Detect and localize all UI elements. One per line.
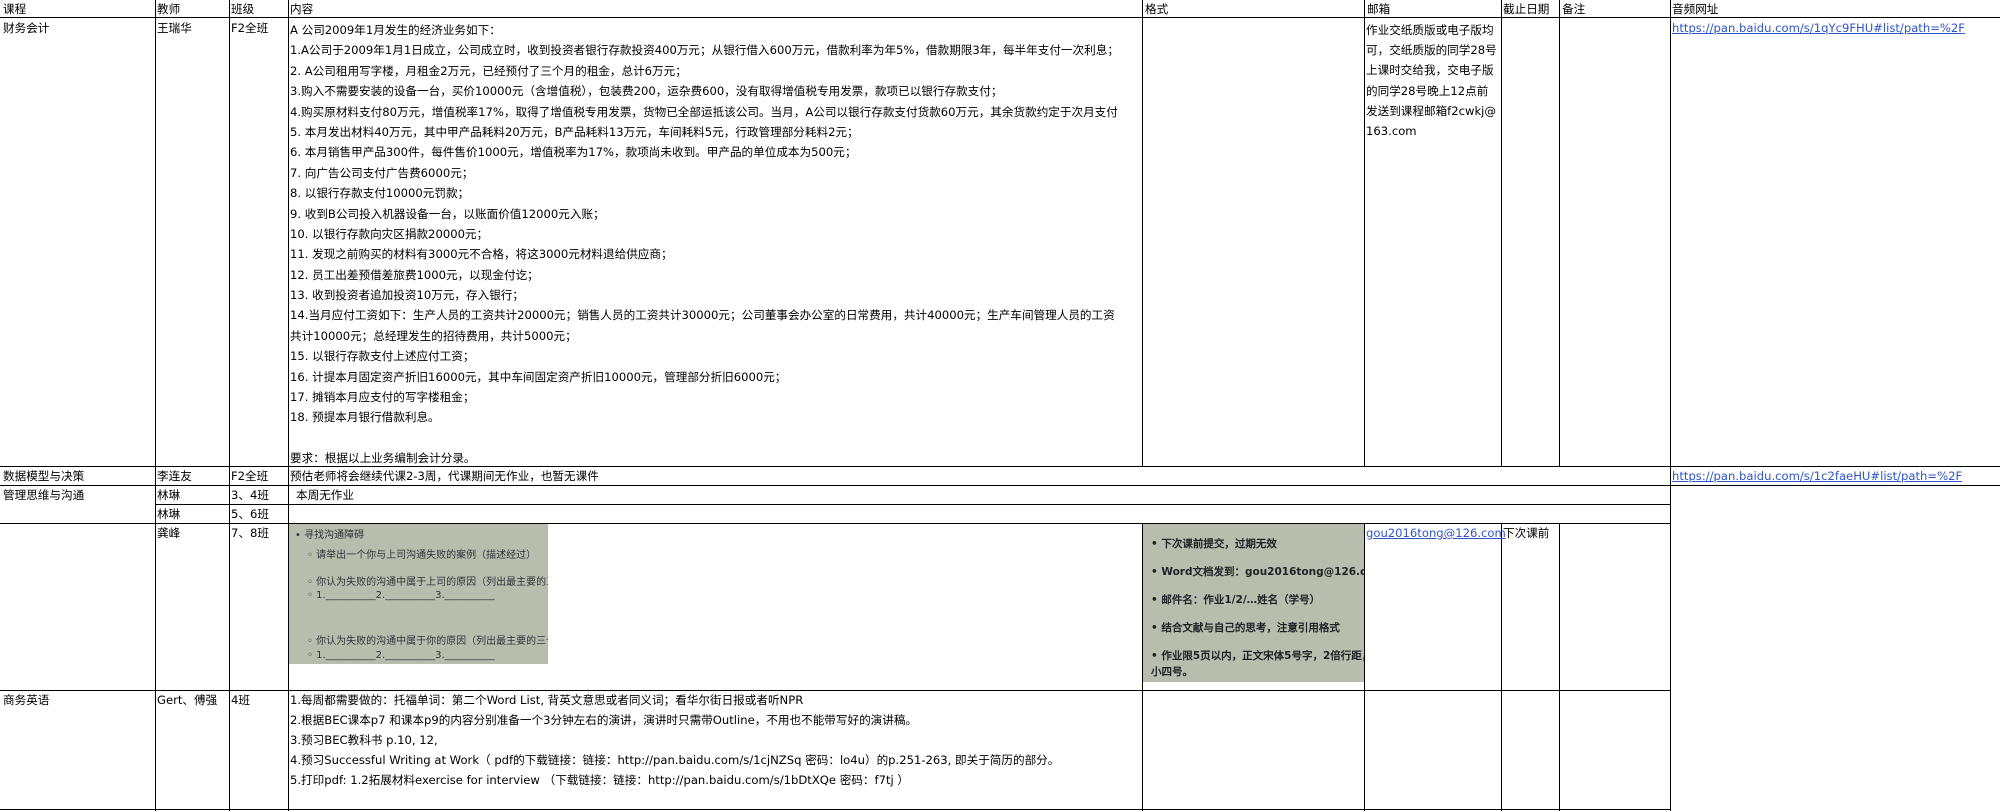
- header-content[interactable]: 内容: [290, 0, 313, 19]
- content-line: 2.根据BEC课本p7 和课本p9的内容分别准备一个3分钟左右的演讲，演讲时只需…: [290, 713, 918, 727]
- grid-line: [1559, 0, 1560, 466]
- header-audio-url[interactable]: 音频网址: [1672, 0, 1718, 19]
- content-line: 9. 收到B公司投入机器设备一台，以账面价值12000元入账；: [290, 206, 605, 221]
- spreadsheet: 课程 教师 班级 内容 格式 邮箱 截止日期 备注 音频网址 财务会计 王瑞华 …: [0, 0, 2000, 811]
- content-line: 4.购买原材料支付80万元，增值税率17%，取得了增值税专用发票，货物已全部运抵…: [290, 104, 1118, 119]
- management-teacher-a[interactable]: 林琳: [157, 485, 180, 505]
- business-english-teacher[interactable]: Gert、傅强: [157, 690, 217, 710]
- assignment-slide-image[interactable]: • 寻找沟通障碍 ◦ 请举出一个你与上司沟通失败的案例（描述经过） ◦ 你认为失败的…: [289, 524, 548, 664]
- header-remark[interactable]: 备注: [1562, 0, 1585, 19]
- content-line: 13. 收到投资者追加投资10万元，存入银行；: [290, 288, 524, 303]
- data-model-class[interactable]: F2全班: [231, 466, 268, 486]
- management-teacher-c[interactable]: 龚峰: [157, 523, 180, 543]
- data-model-course[interactable]: 数据模型与决策: [3, 466, 84, 486]
- content-line: 11. 发现之前购买的材料有3000元不合格，将这3000元材料退给供应商；: [290, 247, 673, 262]
- content-line: 3.购入不需要安装的设备一台，买价10000元（含增值税），包装费200，运杂费…: [290, 84, 1003, 99]
- accounting-class[interactable]: F2全班: [231, 18, 268, 38]
- header-teacher[interactable]: 教师: [157, 0, 180, 19]
- grid-line: [229, 0, 230, 811]
- grid-line: [1670, 0, 1671, 811]
- grid-line: [0, 809, 1670, 810]
- management-class-b[interactable]: 5、6班: [231, 504, 269, 524]
- grid-line: [155, 0, 156, 811]
- management-teacher-b[interactable]: 林琳: [157, 504, 180, 524]
- image-text-line: ◦ 1.__________2.__________3.__________: [307, 590, 495, 601]
- content-line: A 公司2009年1月发生的经济业务如下：: [290, 23, 501, 37]
- content-line: 1.A公司于2009年1月1日成立，公司成立时，收到投资者银行存款投资400万元…: [290, 43, 1119, 58]
- image-text-line: ◦ 1.__________2.__________3.__________: [307, 650, 495, 661]
- header-format[interactable]: 格式: [1145, 0, 1168, 19]
- content-line: 18. 预提本月银行借款利息。: [290, 410, 440, 425]
- image-text-line: • Word文档发到：gou2016tong@126.com: [1151, 566, 1364, 578]
- header-deadline[interactable]: 截止日期: [1503, 0, 1549, 19]
- image-text-line: • 结合文献与自己的思考，注意引用格式: [1151, 622, 1340, 634]
- image-text-line: • 邮件名：作业1/2/…姓名（学号）: [1151, 594, 1321, 606]
- image-text-line: • 作业限5页以内，正文宋体5号字，2倍行距，标题黑体: [1151, 650, 1364, 662]
- format-slide-image[interactable]: • 下次课前提交，过期无效 • Word文档发到：gou2016tong@126.…: [1143, 524, 1364, 682]
- content-line: 1.每周都需要做的：托福单词：第二个Word List, 背英文意思或者同义词；…: [290, 693, 804, 707]
- image-text-line: ◦ 你认为失败的沟通中属于你的原因（列出最主要的三个）: [307, 636, 548, 647]
- grid-line: [155, 504, 1670, 505]
- image-text-line: 小四号。: [1151, 666, 1193, 678]
- content-line: 4.预习Successful Writing at Work（ pdf的下载链接…: [290, 753, 1060, 767]
- content-line: 6. 本月销售甲产品300件，每件售价1000元，增值税率为17%，款项尚未收到…: [290, 145, 857, 160]
- content-line: 12. 员工出差预借差旅费1000元，以现金付讫；: [290, 267, 539, 282]
- image-text-line: ◦ 请举出一个你与上司沟通失败的案例（描述经过）: [307, 550, 537, 561]
- grid-line: [1364, 0, 1365, 466]
- content-line: 8. 以银行存款支付10000元罚款；: [290, 186, 470, 201]
- data-model-audio-link[interactable]: https://pan.baidu.com/s/1c2faeHU#list/pa…: [1672, 466, 1962, 486]
- content-line: 3.预习BEC教科书 p.10, 12,: [290, 733, 438, 747]
- grid-line: [1501, 0, 1502, 466]
- image-text-line: ◦ 你认为失败的沟通中属于上司的原因（列出最主要的三个）: [307, 577, 548, 588]
- data-model-content[interactable]: 预估老师将会继续代课2-3周，代课期间无作业，也暂无课件: [290, 466, 599, 486]
- grid-line: [1364, 523, 1365, 811]
- accounting-audio-link[interactable]: https://pan.baidu.com/s/1qYc9FHU#list/pa…: [1672, 18, 1965, 38]
- data-model-teacher[interactable]: 李连友: [157, 466, 192, 486]
- content-line: 5.打印pdf: 1.2拓展材料exercise for interview （…: [290, 773, 910, 787]
- management-class-c[interactable]: 7、8班: [231, 523, 269, 543]
- management-class-a[interactable]: 3、4班: [231, 485, 269, 505]
- grid-line: [1559, 523, 1560, 811]
- header-email[interactable]: 邮箱: [1367, 0, 1390, 19]
- management-email-link[interactable]: gou2016tong@126.com: [1366, 523, 1506, 543]
- content-line: 14.当月应付工资如下：生产人员的工资共计20000元；销售人员的工资共计300…: [290, 308, 1115, 323]
- content-line: 2. A公司租用写字楼，月租金2万元，已经预付了三个月的租金，总计6万元；: [290, 63, 687, 78]
- header-course[interactable]: 课程: [3, 0, 26, 19]
- management-course[interactable]: 管理思维与沟通: [3, 485, 84, 505]
- content-line: [290, 428, 1138, 448]
- business-english-content-cell[interactable]: 1.每周都需要做的：托福单词：第二个Word List, 背英文意思或者同义词；…: [290, 690, 1140, 790]
- image-text-line: • 下次课前提交，过期无效: [1151, 538, 1277, 550]
- accounting-course[interactable]: 财务会计: [3, 18, 49, 38]
- grid-line: [288, 0, 289, 811]
- content-line: 10. 以银行存款向灾区捐款20000元；: [290, 226, 489, 241]
- content-line: 17. 摊销本月应支付的写字楼租金；: [290, 390, 475, 405]
- management-content-a[interactable]: 本周无作业: [296, 485, 354, 505]
- content-line: 15. 以银行存款支付上述应付工资；: [290, 349, 475, 364]
- accounting-email-cell[interactable]: 作业交纸质版或电子版均可，交纸质版的同学28号上课时交给我，交电子版的同学28号…: [1366, 20, 1498, 141]
- management-deadline[interactable]: 下次课前: [1503, 523, 1549, 543]
- content-line: 5. 本月发出材料40万元，其中甲产品耗料20万元，B产品耗料13万元，车间耗料…: [290, 124, 859, 139]
- header-class[interactable]: 班级: [231, 0, 254, 19]
- business-english-course[interactable]: 商务英语: [3, 690, 49, 710]
- content-line: 16. 计提本月固定资产折旧16000元，其中车间固定资产折旧10000元，管理…: [290, 369, 787, 384]
- image-text-line: • 寻找沟通障碍: [295, 530, 365, 541]
- content-line: 7. 向广告公司支付广告费6000元；: [290, 165, 474, 180]
- content-line: 共计10000元；总经理发生的招待费用，共计5000元；: [290, 328, 577, 343]
- grid-line: [1142, 0, 1143, 466]
- accounting-teacher[interactable]: 王瑞华: [157, 18, 192, 38]
- business-english-class[interactable]: 4班: [231, 690, 250, 710]
- accounting-content-cell[interactable]: A 公司2009年1月发生的经济业务如下： 1.A公司于2009年1月1日成立，公…: [290, 20, 1138, 469]
- grid-line: [1501, 523, 1502, 811]
